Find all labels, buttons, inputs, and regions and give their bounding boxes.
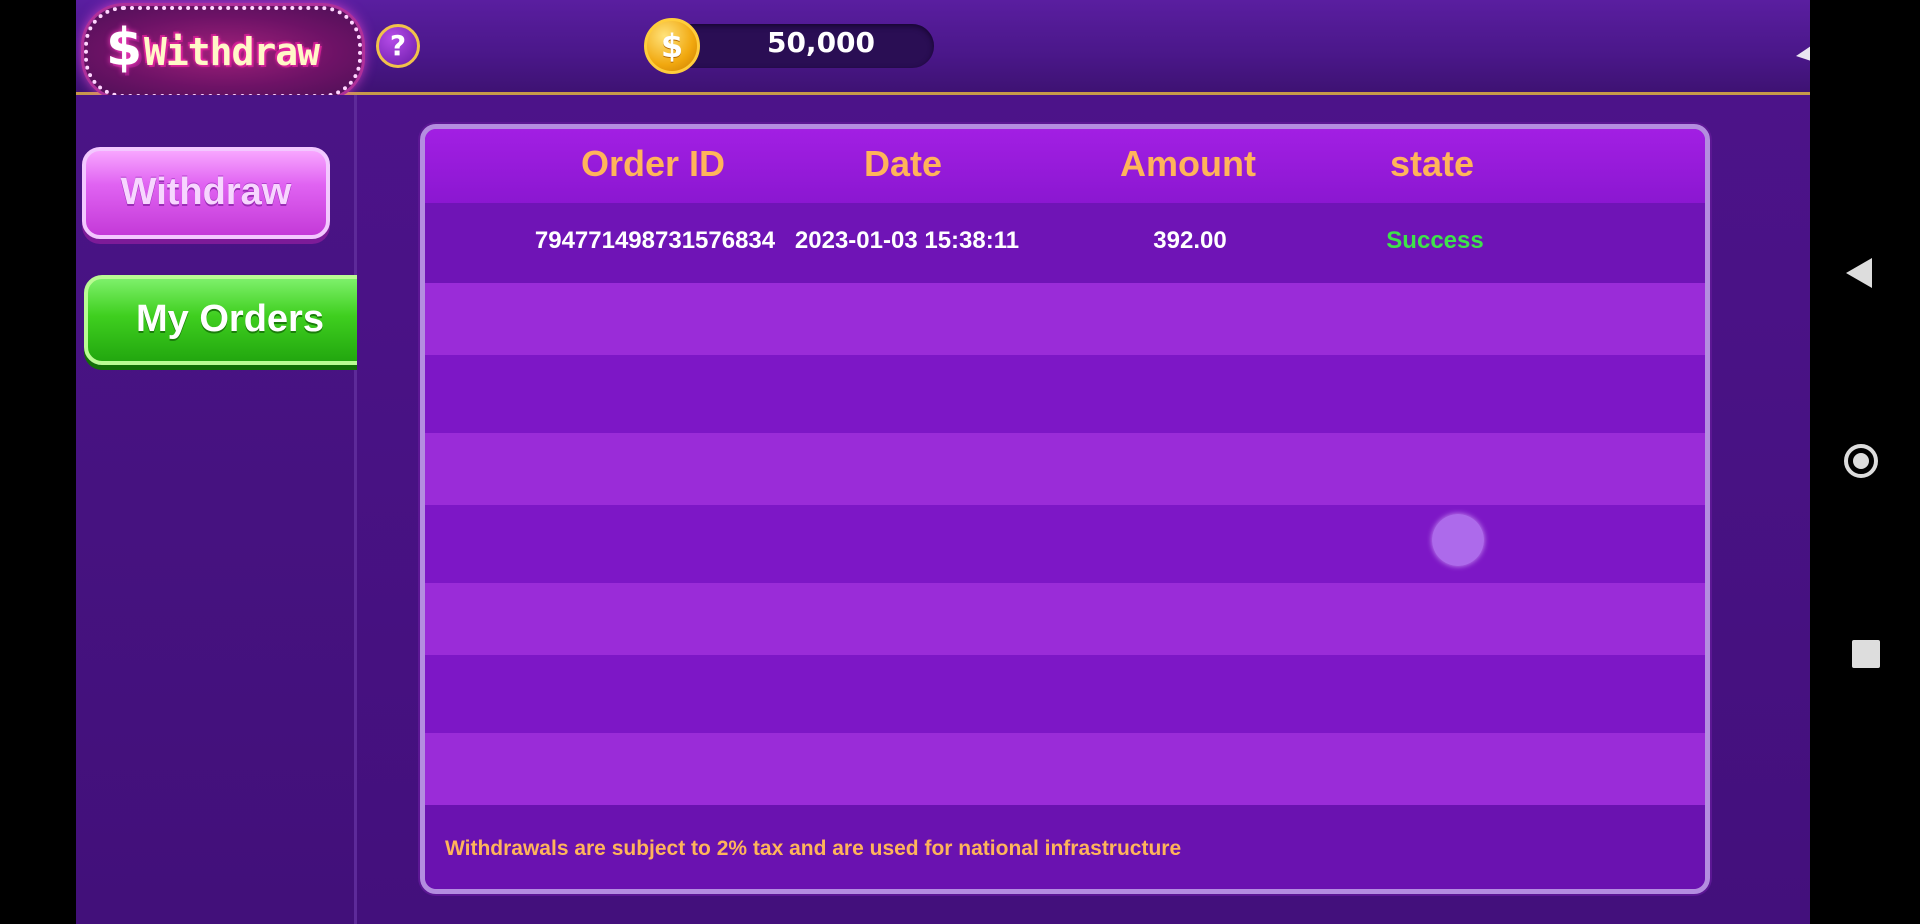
empty-row (425, 505, 1705, 583)
date-cell: 2023-01-03 15:38:11 (794, 227, 1020, 254)
state-cell: Success (1386, 227, 1484, 254)
help-button[interactable]: ? (376, 24, 420, 68)
empty-row (425, 355, 1705, 433)
column-header-amount: Amount (1120, 143, 1256, 184)
column-header-order-id: Order ID (580, 143, 726, 184)
nav-back-icon[interactable] (1846, 258, 1872, 288)
touch-indicator (1432, 514, 1484, 566)
sidebar: Withdraw My Orders (76, 95, 376, 924)
table-row[interactable]: 794771498731576834 2023-01-03 15:38:11 3… (425, 203, 1705, 283)
sidebar-item-withdraw[interactable]: Withdraw (82, 147, 330, 239)
empty-row (425, 583, 1705, 655)
coin-icon: $ (644, 18, 700, 74)
empty-row (425, 283, 1705, 355)
empty-row (425, 433, 1705, 505)
system-nav-bar (1810, 0, 1920, 924)
amount-cell: 392.00 (1153, 227, 1227, 254)
column-header-date: Date (863, 143, 943, 184)
top-bar: $ Withdraw ? $ 50,000 (76, 0, 1810, 98)
empty-row (425, 655, 1705, 733)
page-title: Withdraw (144, 30, 320, 74)
balance-amount: 50,000 (766, 26, 876, 59)
back-arrow-icon[interactable] (1786, 14, 1810, 74)
tax-notice: Withdrawals are subject to 2% tax and ar… (445, 837, 1182, 860)
table-header: Order ID Date Amount state (425, 129, 1705, 203)
dollar-icon: $ (106, 18, 143, 78)
title-badge: $ Withdraw (84, 6, 362, 98)
column-header-state: state (1389, 143, 1475, 184)
nav-recents-icon[interactable] (1852, 640, 1880, 668)
orders-table: Order ID Date Amount state 7947714987315… (420, 124, 1710, 894)
order-id-cell: 794771498731576834 (534, 227, 776, 254)
table-footer: Withdrawals are subject to 2% tax and ar… (425, 805, 1705, 889)
empty-row (425, 733, 1705, 805)
sidebar-item-my-orders[interactable]: My Orders (84, 275, 376, 365)
nav-home-icon[interactable] (1844, 444, 1878, 478)
